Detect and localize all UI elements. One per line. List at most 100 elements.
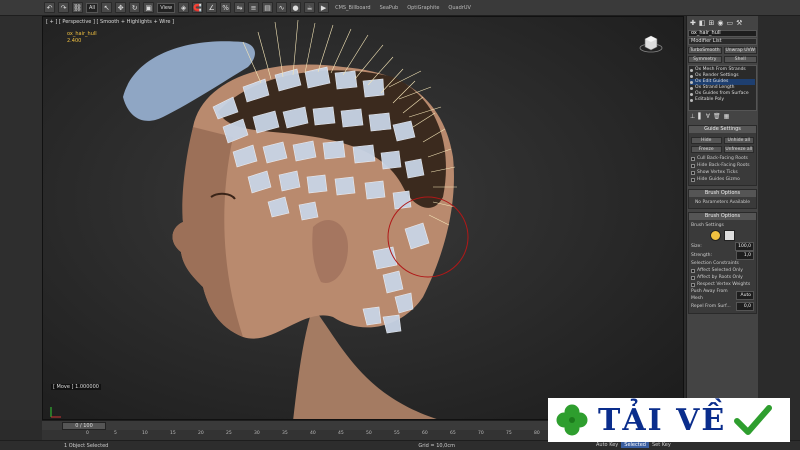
bulb-icon[interactable]: [690, 92, 693, 96]
redo-icon[interactable]: ↷: [58, 2, 69, 13]
utilities-tab-icon[interactable]: ⚒: [736, 19, 742, 27]
frame-indicator[interactable]: 0 / 100: [62, 422, 106, 430]
checkbox[interactable]: Respect Vertex Weights: [691, 281, 754, 288]
make-unique-icon[interactable]: ∀: [706, 113, 710, 120]
hair-value: 2.400: [67, 38, 82, 44]
setkey-button[interactable]: Set Key: [652, 442, 671, 448]
curve-editor-icon[interactable]: ∿: [276, 2, 288, 13]
modify-tab-icon[interactable]: ◧: [699, 19, 706, 27]
tab-optigraphite[interactable]: OptiGraphite: [404, 5, 442, 11]
shell-button[interactable]: Shell: [723, 56, 757, 63]
no-params-text: No Parameters Available: [694, 200, 751, 205]
rollout-header[interactable]: Brush Options: [689, 213, 756, 220]
timeline-tick-label: 45: [338, 431, 344, 436]
timeline-tick-label: 20: [198, 431, 204, 436]
stack-item[interactable]: Editable Poly: [690, 97, 755, 103]
size-field[interactable]: Size: 100,0: [691, 242, 754, 251]
checkbox[interactable]: Affect by Roots Only: [691, 274, 754, 281]
brush-options-rollout: Brush Options No Parameters Available: [688, 189, 757, 209]
layer-icon[interactable]: ▤: [262, 2, 274, 13]
configure-sets-icon[interactable]: ▦: [724, 113, 730, 120]
freeze-button[interactable]: Freeze: [691, 146, 722, 153]
viewcube-icon[interactable]: [639, 31, 663, 57]
guide-settings-rollout: Guide Settings Hide Unhide all Freeze Un…: [688, 125, 757, 186]
display-tab-icon[interactable]: ▭: [726, 19, 733, 27]
checkbox[interactable]: Cull Back-Facing Roots: [691, 155, 754, 162]
hair-name: ox_hair_hull: [67, 31, 97, 37]
strength-field[interactable]: Strength: 1,0: [691, 251, 754, 260]
rollout-header[interactable]: Guide Settings: [689, 126, 756, 133]
select-icon[interactable]: ↖: [101, 2, 113, 13]
timeline-tick-label: 30: [254, 431, 260, 436]
angle-snap-icon[interactable]: ∠: [206, 2, 218, 13]
tab-seapub[interactable]: SeaPub: [377, 5, 402, 11]
pivot-icon[interactable]: ◈: [178, 2, 190, 13]
hierarchy-tab-icon[interactable]: ⊞: [709, 19, 715, 27]
align-icon[interactable]: ≡: [248, 2, 260, 13]
timeline-tick-label: 65: [450, 431, 456, 436]
checkbox[interactable]: Affect Selected Only: [691, 267, 754, 274]
bulb-icon[interactable]: [690, 86, 693, 90]
rollout-header[interactable]: Brush Options: [689, 190, 756, 197]
timeline-tick-label: 55: [394, 431, 400, 436]
show-end-result-icon[interactable]: ▌: [698, 113, 703, 120]
unhide-all-button[interactable]: Unhide all: [723, 137, 754, 144]
selection-filter-dropdown[interactable]: All: [86, 2, 99, 13]
snap-icon[interactable]: 🧲: [192, 2, 204, 13]
render-icon[interactable]: ▶: [318, 2, 330, 13]
timeline-tick-label: 75: [506, 431, 512, 436]
watermark-text: TẢI VỀ: [598, 402, 727, 438]
hair-info: ox_hair_hull 2.400: [67, 31, 97, 45]
autokey-button[interactable]: Auto Key: [596, 442, 618, 448]
checkmark-icon: [734, 405, 773, 435]
scale-icon[interactable]: ▣: [143, 2, 155, 13]
motion-tab-icon[interactable]: ◉: [717, 19, 723, 27]
symmetry-button[interactable]: Symmetry: [688, 56, 722, 63]
remove-modifier-icon[interactable]: 🗑: [713, 113, 721, 120]
mirror-icon[interactable]: ⇋: [234, 2, 246, 13]
unwrap-uvw-button[interactable]: Unwrap UVW: [723, 47, 757, 54]
reference-coord-dropdown[interactable]: View: [157, 2, 176, 13]
timeline-tick-label: 50: [366, 431, 372, 436]
brush-circle-icon[interactable]: [710, 230, 721, 241]
viewport-label[interactable]: [ + ] [ Perspective ] [ Smooth + Highlig…: [46, 19, 174, 25]
object-name-field[interactable]: ox_hair_hull: [688, 30, 757, 37]
tab-quadruv[interactable]: QuadrUV: [445, 5, 473, 11]
undo-icon[interactable]: ↶: [44, 2, 55, 13]
modifier-stack: Ox Mesh From Strands Ox Render Settings …: [688, 65, 757, 111]
turbosmooth-button[interactable]: TurboSmooth: [688, 47, 722, 54]
checkbox[interactable]: Hide Guides Gizmo: [691, 176, 754, 183]
timeline-tick-label: 35: [282, 431, 288, 436]
scene-render: [123, 19, 469, 419]
render-setup-icon[interactable]: ☕: [304, 2, 316, 13]
brush-square-icon[interactable]: [724, 230, 735, 241]
checkbox[interactable]: Hide Back-Facing Roots: [691, 162, 754, 169]
selection-status: 1 Object Selected: [64, 442, 109, 449]
key-filter-dropdown[interactable]: Selected: [621, 442, 649, 448]
timeline-tick-label: 10: [142, 431, 148, 436]
bulb-icon[interactable]: [690, 68, 693, 72]
link-icon[interactable]: ⛓: [72, 2, 83, 13]
grid-status: Grid = 10,0cm: [418, 442, 455, 449]
push-away-field[interactable]: Push Away From Mesh Auto: [691, 288, 754, 302]
move-icon[interactable]: ✥: [115, 2, 127, 13]
bulb-icon[interactable]: [690, 80, 693, 84]
timeline-tick-label: 5: [114, 431, 117, 436]
tab-cms-billboard[interactable]: CMS_Billboard: [332, 5, 374, 11]
timeline-tick-label: 0: [86, 431, 89, 436]
timeline-tick-label: 15: [170, 431, 176, 436]
pin-stack-icon[interactable]: ⊥: [690, 113, 695, 120]
modifier-list-dropdown[interactable]: Modifier List: [688, 38, 757, 45]
checkbox[interactable]: Show Vertex Ticks: [691, 169, 754, 176]
bulb-icon[interactable]: [690, 74, 693, 78]
create-tab-icon[interactable]: ✚: [690, 19, 696, 27]
hide-button[interactable]: Hide: [691, 137, 722, 144]
perspective-viewport[interactable]: [ + ] [ Perspective ] [ Smooth + Highlig…: [42, 16, 684, 420]
unfreeze-all-button[interactable]: Unfreeze all: [723, 146, 754, 153]
percent-snap-icon[interactable]: %: [220, 2, 232, 13]
main-toolbar: ↶ ↷ ⛓ All ↖ ✥ ↻ ▣ View ◈ 🧲 ∠ % ⇋ ≡ ▤ ∿ ●…: [0, 0, 800, 16]
rotate-icon[interactable]: ↻: [129, 2, 141, 13]
timeline-tick-label: 80: [534, 431, 540, 436]
material-editor-icon[interactable]: ●: [290, 2, 302, 13]
repel-field[interactable]: Repel From Surf... 0,0: [691, 302, 754, 311]
